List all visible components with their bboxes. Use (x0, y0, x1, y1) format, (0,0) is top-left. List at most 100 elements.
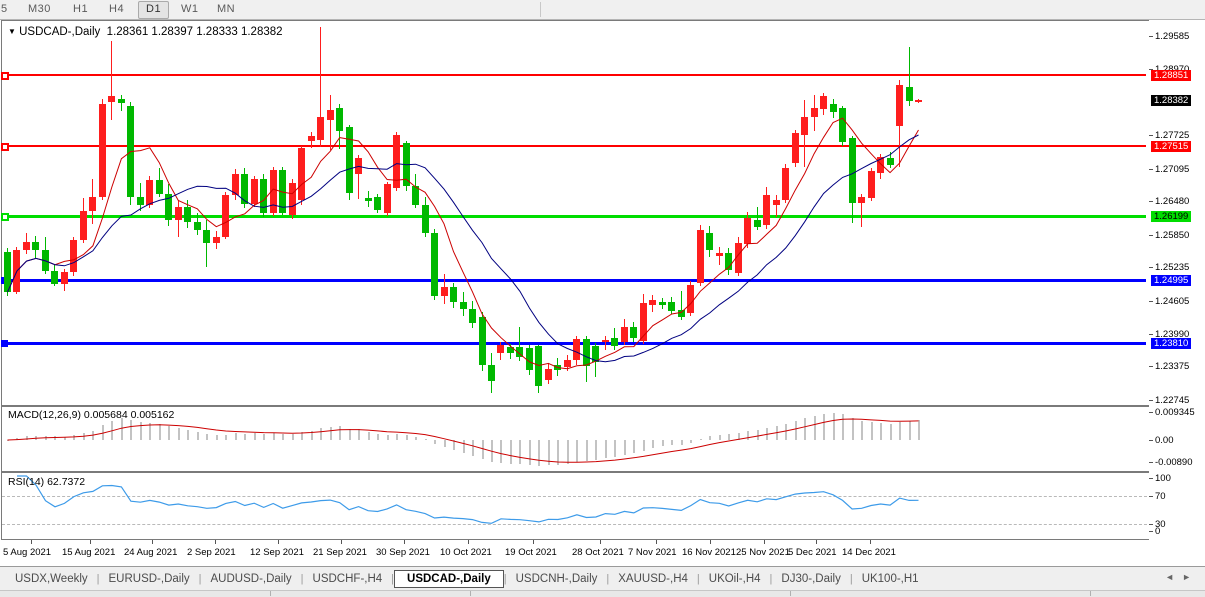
candle-body-up (61, 272, 68, 283)
macd-histogram-bar (614, 440, 616, 457)
timeframe-button-d1[interactable]: D1 (138, 1, 169, 19)
indicator-axis-label: 70 (1155, 491, 1166, 502)
price-badge: 1.27515 (1151, 141, 1191, 152)
indicator-axis-label: 0.00 (1155, 435, 1174, 446)
chart-tab-usdcad-daily[interactable]: USDCAD-,Daily (394, 570, 504, 588)
macd-histogram-bar (795, 421, 797, 440)
price-tick (1149, 267, 1153, 268)
candle-body-up (649, 300, 656, 305)
tab-scroll-arrows[interactable]: ◄► (1165, 572, 1199, 582)
macd-histogram-bar (681, 440, 683, 445)
candle-body-down (450, 287, 457, 302)
price-tick (1149, 400, 1153, 401)
date-tick (870, 540, 871, 544)
toolbar-divider (540, 2, 541, 17)
date-axis-label: 21 Sep 2021 (313, 547, 367, 558)
candle-body-up (687, 285, 694, 313)
candle-body-down (336, 108, 343, 130)
macd-histogram-bar (26, 436, 28, 440)
candle-body-up (384, 184, 391, 214)
macd-histogram-bar (662, 440, 664, 446)
timeframe-button-5[interactable]: 5 (0, 1, 15, 17)
symbol-dropdown-arrow-icon[interactable]: ▼ (8, 27, 16, 36)
timeframe-button-h4[interactable]: H4 (102, 1, 131, 17)
rsi-panel[interactable] (1, 472, 1150, 540)
macd-histogram-bar (842, 414, 844, 440)
macd-histogram-bar (557, 440, 559, 465)
chart-tab-uk100-h1[interactable]: UK100-,H1 (853, 571, 928, 587)
chart-tab-ukoil-h4[interactable]: UKOil-,H4 (700, 571, 770, 587)
quote-header: ▼ USDCAD-,Daily 1.28361 1.28397 1.28333 … (8, 26, 283, 38)
price-tick (1149, 135, 1153, 136)
candle-body-up (441, 287, 448, 296)
candle-body-up (232, 174, 239, 195)
candle-body-down (403, 143, 410, 186)
macd-histogram-bar (282, 434, 284, 440)
line-anchor-marker[interactable] (1, 213, 9, 221)
macd-histogram-bar (168, 426, 170, 440)
price-level-line[interactable] (2, 145, 1146, 147)
line-anchor-marker[interactable] (1, 143, 9, 151)
indicator-axis-label: 100 (1155, 473, 1171, 484)
timeframe-button-w1[interactable]: W1 (174, 1, 206, 17)
candle-body-up (497, 345, 504, 353)
candle-body-down (706, 233, 713, 249)
date-tick (278, 540, 279, 544)
price-tick (1149, 169, 1153, 170)
indicator-tick (1149, 531, 1153, 532)
macd-histogram-bar (880, 423, 882, 440)
candle-body-down (137, 197, 144, 206)
date-tick (710, 540, 711, 544)
macd-histogram-bar (785, 424, 787, 440)
tab-scroll-left-icon[interactable]: ◄ (1165, 572, 1182, 582)
candle-body-down (754, 220, 761, 227)
macd-histogram-bar (263, 434, 265, 440)
date-axis-label: 7 Nov 2021 (628, 547, 677, 558)
price-badge: 1.28382 (1151, 95, 1191, 106)
price-level-line[interactable] (2, 74, 1146, 76)
macd-histogram-bar (140, 422, 142, 440)
chart-tab-eurusd-daily[interactable]: EURUSD-,Daily (100, 571, 199, 587)
candle-body-up (355, 158, 362, 173)
date-tick (764, 540, 765, 544)
candle-body-down (194, 222, 201, 229)
macd-histogram-bar (206, 434, 208, 440)
candle-body-up (270, 170, 277, 214)
date-axis-label: 25 Nov 2021 (736, 547, 790, 558)
price-axis: 1.295851.289701.277251.270951.264801.258… (1149, 20, 1205, 540)
chart-tab-usdcnh-daily[interactable]: USDCNH-,Daily (507, 571, 607, 587)
macd-histogram-bar (149, 423, 151, 440)
chart-tab-xauusd-h4[interactable]: XAUUSD-,H4 (609, 571, 697, 587)
price-level-line[interactable] (2, 279, 1146, 282)
line-anchor-marker[interactable] (1, 340, 8, 347)
price-axis-label: 1.27725 (1155, 130, 1189, 141)
tab-scroll-right-icon[interactable]: ► (1182, 572, 1199, 582)
timeframe-button-h1[interactable]: H1 (66, 1, 95, 17)
macd-histogram-bar (804, 418, 806, 440)
timeframe-button-m30[interactable]: M30 (21, 1, 58, 17)
indicator-tick (1149, 462, 1153, 463)
chart-tab-audusd-daily[interactable]: AUDUSD-,Daily (202, 571, 301, 587)
chart-tab-usdx-weekly[interactable]: USDX,Weekly (6, 571, 97, 587)
chart-tab-dj30-daily[interactable]: DJ30-,Daily (772, 571, 849, 587)
price-level-line[interactable] (2, 215, 1146, 218)
line-anchor-marker[interactable] (1, 72, 9, 80)
macd-histogram-bar (235, 433, 237, 440)
macd-histogram-bar (178, 428, 180, 440)
macd-histogram-bar (576, 440, 578, 462)
date-axis-label: 10 Oct 2021 (440, 547, 492, 558)
candle-body-down (4, 252, 11, 292)
chart-tab-usdchf-h4[interactable]: USDCHF-,H4 (304, 571, 392, 587)
date-tick (90, 540, 91, 544)
candle-body-up (773, 200, 780, 205)
date-tick (468, 540, 469, 544)
timeframe-button-mn[interactable]: MN (210, 1, 242, 17)
macd-histogram-bar (671, 440, 673, 445)
macd-histogram-bar (595, 440, 597, 460)
candle-body-up (222, 195, 229, 238)
candle-body-up (298, 148, 305, 200)
macd-histogram-bar (7, 440, 9, 441)
macd-histogram-bar (633, 440, 635, 453)
candle-body-down (725, 253, 732, 270)
macd-histogram-bar (415, 437, 417, 440)
